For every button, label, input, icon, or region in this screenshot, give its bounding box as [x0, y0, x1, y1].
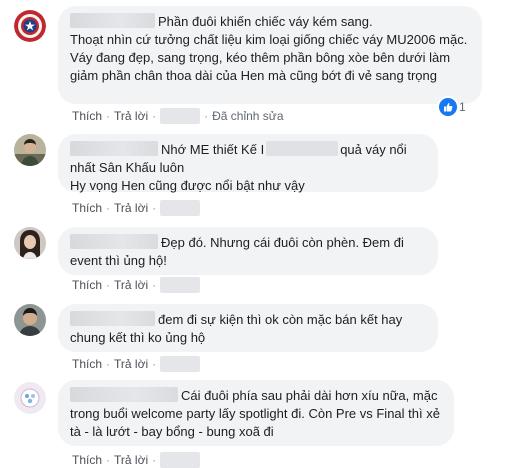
reaction-count: 1: [459, 100, 466, 114]
blurred-author-name[interactable]: [70, 387, 178, 402]
reply-link[interactable]: Trả lời: [114, 278, 148, 292]
blurred-timestamp[interactable]: [160, 277, 201, 293]
blurred-timestamp[interactable]: [160, 108, 201, 124]
user-photo-icon[interactable]: [14, 134, 46, 166]
comment-text: Thoạt nhìn cứ tưởng chất liệu kim loại g…: [70, 32, 468, 47]
separator: ·: [152, 109, 157, 123]
separator: ·: [152, 357, 157, 371]
like-link[interactable]: Thích: [72, 278, 102, 292]
like-link[interactable]: Thích: [72, 201, 102, 215]
edited-label[interactable]: Đã chỉnh sửa: [212, 109, 283, 123]
like-link[interactable]: Thích: [72, 109, 102, 123]
blurred-author-name[interactable]: [70, 141, 158, 156]
blurred-author-name[interactable]: [70, 13, 155, 28]
comment-text: Hy vọng Hen cũng được nổi bật như vậy: [70, 178, 305, 193]
comment-actions: Thích · Trả lời ·: [72, 356, 201, 372]
comment-actions: Thích · Trả lời ·: [72, 452, 201, 468]
comment-actions: Thích · Trả lời ·: [72, 200, 201, 216]
comment-bubble: Đẹp đó. Nhưng cái đuôi còn phèn. Đem đi …: [58, 227, 438, 275]
reply-link[interactable]: Trả lời: [114, 109, 148, 123]
separator: ·: [106, 109, 111, 123]
separator: ·: [106, 278, 111, 292]
like-link[interactable]: Thích: [72, 453, 102, 467]
like-link[interactable]: Thích: [72, 357, 102, 371]
like-icon[interactable]: [437, 96, 459, 118]
reply-link[interactable]: Trả lời: [114, 453, 148, 467]
blurred-timestamp[interactable]: [160, 356, 201, 372]
reply-link[interactable]: Trả lời: [114, 201, 148, 215]
separator: ·: [204, 109, 209, 123]
comment-actions: Thích · Trả lời ·: [72, 277, 201, 293]
separator: ·: [152, 278, 157, 292]
comment-text: Nhớ ME thiết Kế I: [161, 142, 265, 157]
reply-link[interactable]: Trả lời: [114, 357, 148, 371]
comment-text: Váy đang đẹp, sang trọng, kéo thêm phần …: [70, 50, 451, 83]
separator: ·: [152, 201, 157, 215]
blurred-text: [266, 141, 339, 156]
separator: ·: [106, 357, 111, 371]
captain-america-shield-icon[interactable]: [14, 10, 46, 42]
separator: ·: [106, 453, 111, 467]
comment-bubble: Phần đuôi khiến chiếc váy kém sang. Thoạ…: [58, 6, 482, 104]
comment-text: Phần đuôi khiến chiếc váy kém sang.: [158, 14, 373, 29]
blurred-timestamp[interactable]: [160, 452, 201, 468]
separator: ·: [152, 453, 157, 467]
blurred-author-name[interactable]: [70, 234, 158, 249]
user-photo-icon[interactable]: [14, 304, 46, 336]
comment-actions: Thích · Trả lời · · Đã chỉnh sửa: [72, 108, 284, 124]
user-photo-icon[interactable]: [14, 227, 46, 259]
comment-bubble: đem đi sự kiện thì ok còn mặc bán kết ha…: [58, 304, 438, 352]
blurred-author-name[interactable]: [70, 311, 155, 326]
blurred-timestamp[interactable]: [160, 200, 201, 216]
comment-bubble: Cái đuôi phía sau phải dài hơn xíu nữa, …: [58, 380, 454, 446]
default-avatar-icon[interactable]: [14, 382, 46, 414]
comment-bubble: Nhớ ME thiết Kế Iquả váy nổi nhất Sân Kh…: [58, 134, 438, 193]
separator: ·: [106, 201, 111, 215]
